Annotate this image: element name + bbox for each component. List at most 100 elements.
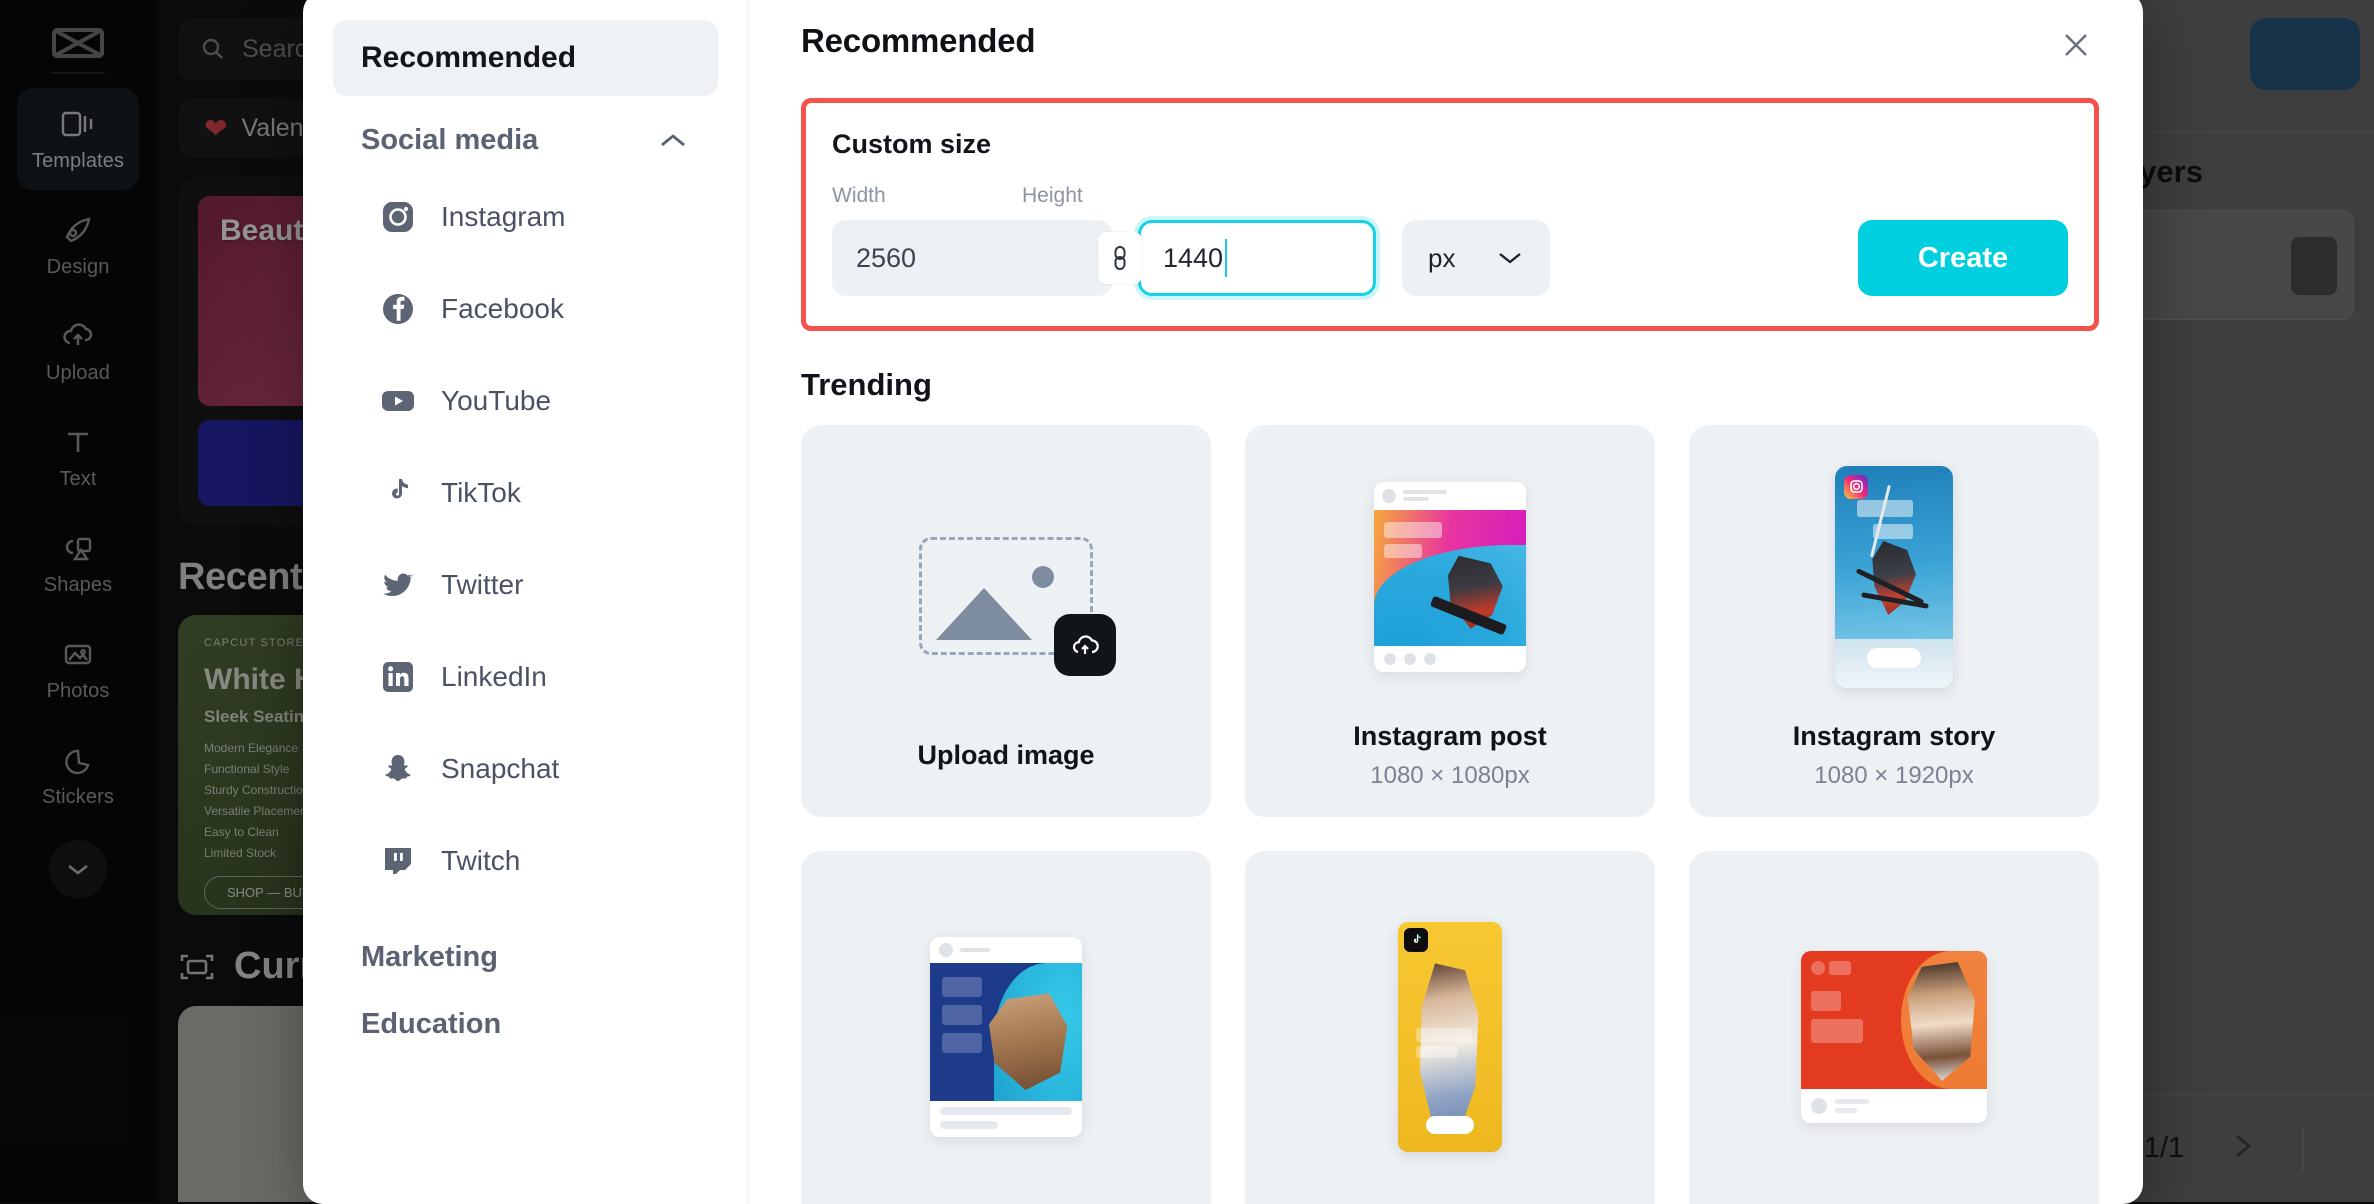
text-block	[1384, 544, 1422, 558]
close-icon	[2059, 28, 2093, 62]
sidebar-item-label: LinkedIn	[441, 661, 547, 693]
sidebar-item-label: Facebook	[441, 293, 564, 325]
fb-footer	[930, 1101, 1082, 1137]
footer-dot	[1404, 653, 1416, 665]
sidebar-group-social-media[interactable]: Social media	[333, 124, 718, 157]
post-preview	[1374, 482, 1526, 672]
close-button[interactable]	[2053, 22, 2099, 68]
trending-card-dimensions: 1080 × 1080px	[1370, 762, 1529, 790]
size-field-labels: Width Height	[832, 184, 2068, 208]
trending-card-upload-image[interactable]: Upload image	[801, 425, 1211, 817]
post-meta-lines	[1403, 490, 1447, 501]
text-block	[1416, 1046, 1458, 1058]
text-block	[1384, 522, 1442, 538]
unit-select[interactable]: px	[1402, 220, 1550, 296]
text-block	[942, 977, 982, 997]
modal-sidebar: Recommended Social media Instagram Faceb…	[303, 0, 749, 1204]
sidebar-item-snapchat[interactable]: Snapchat	[333, 723, 718, 815]
sidebar-item-label: TikTok	[441, 477, 521, 509]
trending-card-youtube-thumbnail[interactable]	[1689, 851, 2099, 1204]
linkedin-icon	[379, 658, 417, 696]
sun-dot	[1032, 566, 1054, 588]
twitter-icon	[379, 566, 417, 604]
trending-card-facebook-post[interactable]	[801, 851, 1211, 1204]
sidebar-item-label: Instagram	[441, 201, 566, 233]
trending-card-instagram-post[interactable]: Instagram post 1080 × 1080px	[1245, 425, 1655, 817]
sidebar-item-linkedin[interactable]: LinkedIn	[333, 631, 718, 723]
sidebar-group-label: Social media	[361, 124, 538, 157]
sidebar-item-label: Snapchat	[441, 753, 559, 785]
link-aspect-ratio-icon[interactable]	[1098, 232, 1142, 284]
footer-line	[1835, 1099, 1869, 1104]
text-block	[1829, 961, 1851, 975]
sidebar-item-facebook[interactable]: Facebook	[333, 263, 718, 355]
size-picker-modal: Recommended Social media Instagram Faceb…	[303, 0, 2143, 1204]
instagram-icon	[379, 198, 417, 236]
text-block	[1416, 1028, 1472, 1042]
sidebar-item-youtube[interactable]: YouTube	[333, 355, 718, 447]
sidebar-item-instagram[interactable]: Instagram	[333, 171, 718, 263]
custom-size-section: Custom size Width Height 2560 1440	[801, 98, 2099, 331]
sidebar-group-education[interactable]: Education	[333, 1008, 718, 1041]
text-cursor	[1225, 239, 1227, 277]
unit-value: px	[1428, 243, 1455, 274]
meta-line	[1403, 490, 1447, 494]
trending-card-label: Instagram story	[1793, 721, 1996, 752]
sidebar-group-marketing[interactable]: Marketing	[333, 941, 718, 974]
create-button-label: Create	[1918, 242, 2008, 275]
yt-image	[1801, 951, 1987, 1089]
post-image	[1374, 510, 1526, 646]
fb-image	[930, 963, 1082, 1101]
text-block	[1811, 1019, 1863, 1043]
instagram-post-art	[1374, 453, 1526, 701]
trending-card-tiktok-video[interactable]	[1245, 851, 1655, 1204]
upload-placeholder-art	[919, 472, 1093, 720]
size-field-row: 2560 1440 px Create	[832, 220, 2068, 296]
sidebar-group-label: Education	[361, 1008, 501, 1040]
meta-line	[1403, 497, 1429, 501]
custom-size-title: Custom size	[832, 129, 2068, 160]
page-title: Recommended	[801, 22, 1035, 60]
modal-main: Recommended Custom size Width Height 256…	[749, 0, 2143, 1204]
sidebar-item-twitter[interactable]: Twitter	[333, 539, 718, 631]
height-label: Height	[1022, 184, 1083, 208]
height-input[interactable]: 1440	[1138, 220, 1376, 296]
sidebar-item-recommended[interactable]: Recommended	[333, 20, 718, 96]
width-value: 2560	[856, 243, 916, 274]
sidebar-group-label: Marketing	[361, 941, 498, 973]
post-header	[1374, 482, 1526, 510]
text-block	[1811, 991, 1841, 1011]
trending-card-instagram-story[interactable]: Instagram story 1080 × 1920px	[1689, 425, 2099, 817]
tiktok-video-art	[1398, 913, 1502, 1161]
story-preview	[1835, 466, 1953, 688]
tiktok-icon	[1404, 928, 1428, 952]
facebook-icon	[379, 290, 417, 328]
facebook-post-art	[930, 913, 1082, 1161]
create-button[interactable]: Create	[1858, 220, 2068, 296]
trending-title: Trending	[801, 367, 2099, 403]
sidebar-item-label: Recommended	[361, 41, 576, 75]
tiktok-icon	[379, 474, 417, 512]
youtube-thumbnail-art	[1801, 913, 1987, 1161]
yt-footer	[1801, 1089, 1987, 1123]
sidebar-item-tiktok[interactable]: TikTok	[333, 447, 718, 539]
cta-pill	[1867, 648, 1921, 668]
avatar	[939, 943, 953, 957]
tiktok-preview	[1398, 922, 1502, 1152]
trending-card-label: Upload image	[917, 740, 1094, 771]
chevron-down-icon	[1496, 249, 1524, 267]
upload-cloud-icon	[1054, 614, 1116, 676]
avatar	[1382, 489, 1396, 503]
footer-dot	[1384, 653, 1396, 665]
trending-card-label: Instagram post	[1353, 721, 1547, 752]
post-footer	[1374, 646, 1526, 672]
chevron-up-icon[interactable]	[656, 130, 690, 152]
sidebar-item-label: YouTube	[441, 385, 551, 417]
height-value: 1440	[1163, 243, 1223, 274]
sidebar-item-twitch[interactable]: Twitch	[333, 815, 718, 907]
width-input[interactable]: 2560	[832, 220, 1112, 296]
footer-dot	[1424, 653, 1436, 665]
snapchat-icon	[379, 750, 417, 788]
youtube-icon	[379, 382, 417, 420]
instagram-story-art	[1835, 453, 1953, 701]
